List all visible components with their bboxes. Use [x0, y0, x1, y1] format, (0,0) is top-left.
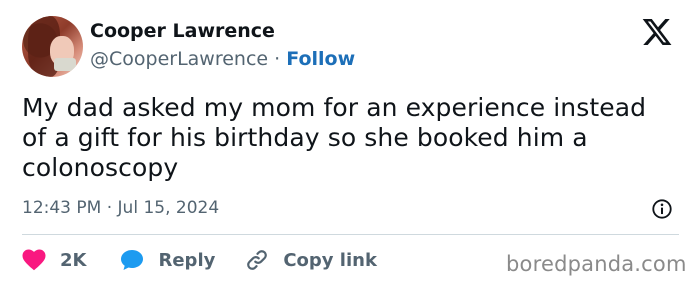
- tweet-line: My dad asked my mom for an experience in…: [22, 93, 647, 122]
- reply-button[interactable]: Reply: [120, 249, 215, 271]
- handle-separator: ·: [274, 48, 281, 70]
- avatar[interactable]: [22, 16, 83, 77]
- avatar-cup: [54, 58, 76, 71]
- x-logo-icon[interactable]: [640, 16, 674, 48]
- copy-link-button[interactable]: Copy link: [245, 248, 377, 272]
- divider: [22, 234, 679, 235]
- like-button[interactable]: 2K: [22, 249, 86, 271]
- follow-link[interactable]: Follow: [286, 48, 355, 70]
- reply-label: Reply: [158, 249, 216, 271]
- tweet-timestamp[interactable]: 12:43 PM · Jul 15, 2024: [22, 198, 219, 218]
- speech-bubble-icon: [121, 250, 144, 270]
- info-icon[interactable]: [651, 198, 673, 220]
- like-count: 2K: [60, 249, 87, 271]
- heart-icon: [22, 249, 46, 271]
- copy-link-label: Copy link: [283, 249, 377, 271]
- watermark: boredpanda.com: [506, 252, 687, 276]
- author-handle[interactable]: @CooperLawrence: [90, 48, 268, 70]
- tweet-line: of a gift for his birthday so she booked…: [22, 123, 588, 152]
- tweet-text: My dad asked my mom for an experience in…: [22, 93, 682, 183]
- tweet-line: colonoscopy: [22, 153, 179, 182]
- author-name[interactable]: Cooper Lawrence: [90, 20, 275, 42]
- link-icon: [247, 250, 268, 270]
- action-bar: 2K Reply Copy link: [22, 248, 377, 272]
- author-handle-line: @CooperLawrence · Follow: [90, 48, 355, 70]
